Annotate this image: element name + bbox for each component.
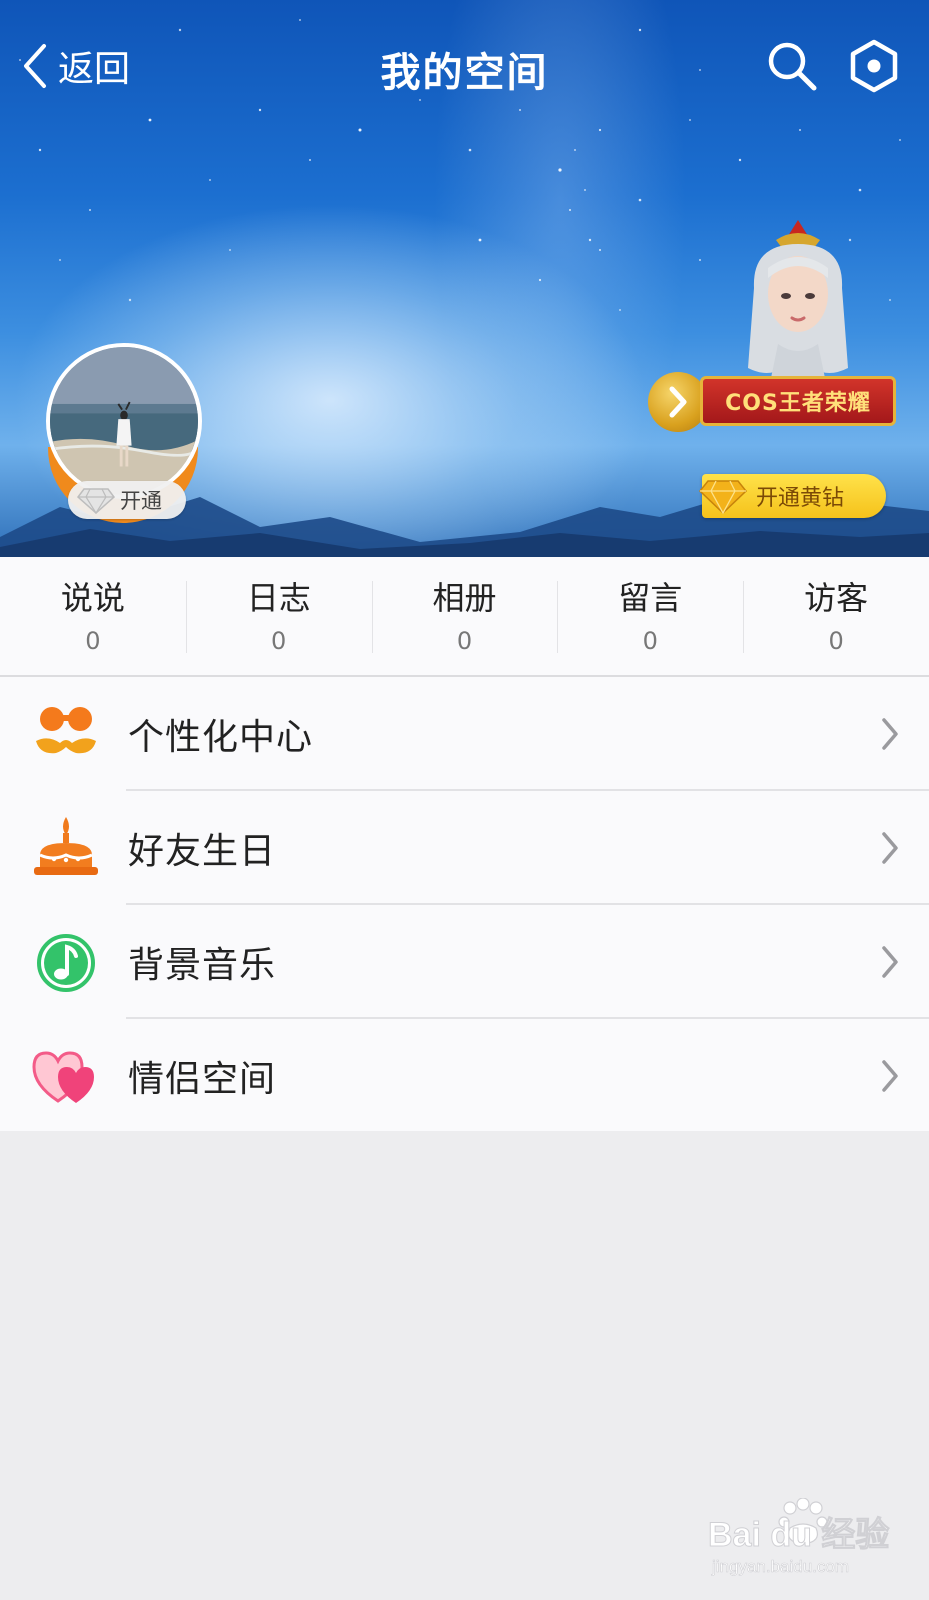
cos-label: COS王者荣耀 (700, 376, 896, 426)
open-badge-label: 开通 (120, 489, 162, 513)
open-vip-badge[interactable]: 开通 (68, 481, 186, 519)
stat-label: 说说 (60, 579, 125, 617)
menu-item-personalization[interactable]: 个性化中心 (0, 677, 929, 791)
stat-label: 相册 (432, 579, 497, 617)
birthday-cake-icon (34, 817, 98, 875)
stat-label: 日志 (246, 579, 311, 617)
avatar-photo-beach (50, 347, 198, 495)
stat-album[interactable]: 相册 0 (371, 557, 558, 675)
stat-shuoshuo[interactable]: 说说 0 (0, 557, 186, 675)
cos-arrow-button (648, 372, 708, 432)
stat-count: 0 (456, 627, 473, 655)
settings-hexagon-icon[interactable] (846, 38, 902, 94)
profile-banner: 返回 我的空间 开通 COS王者荣耀 开通黄钻 (0, 0, 929, 557)
menu-list: 个性化中心 好友生日 背景音乐 情侣空间 (0, 677, 929, 1131)
chevron-left-icon (24, 44, 46, 88)
back-label: 返回 (58, 49, 131, 90)
music-note-icon (37, 934, 95, 992)
avatar[interactable] (46, 343, 202, 499)
menu-item-label: 背景音乐 (128, 945, 277, 986)
stat-visitors[interactable]: 访客 0 (743, 557, 929, 675)
menu-item-background-music[interactable]: 背景音乐 (0, 905, 929, 1019)
baidu-jingyan-watermark: Bai du 经验 jingyan.baidu.com (708, 1498, 890, 1576)
menu-item-couple-space[interactable]: 情侣空间 (0, 1019, 929, 1133)
chevron-right-icon (669, 386, 687, 418)
vip-button-label: 开通黄钻 (756, 486, 845, 511)
menu-item-label: 情侣空间 (128, 1059, 277, 1100)
stat-count: 0 (271, 627, 287, 655)
chevron-right-icon (882, 1060, 898, 1092)
stat-blog[interactable]: 日志 0 (185, 557, 372, 675)
chevron-right-icon (882, 832, 898, 864)
open-yellow-diamond-button[interactable]: 开通黄钻 (698, 474, 886, 518)
menu-item-label: 好友生日 (128, 831, 277, 872)
cos-promo-banner[interactable]: COS王者荣耀 (648, 218, 898, 438)
search-icon[interactable] (764, 38, 820, 94)
game-character-figure (748, 220, 848, 383)
mustache-icon (36, 707, 96, 754)
stat-count: 0 (828, 627, 844, 655)
watermark-brand: Bai du 经验 (708, 1515, 889, 1554)
back-button[interactable]: 返回 (18, 38, 130, 94)
diamond-icon (76, 488, 116, 515)
watermark-url: jingyan.baidu.com (711, 1557, 849, 1576)
stat-count: 0 (642, 627, 658, 655)
stats-bar: 说说 0 日志 0 相册 0 留言 0 访客 0 (0, 557, 929, 677)
stat-label: 留言 (618, 579, 683, 617)
stat-count: 0 (85, 627, 101, 655)
menu-item-friend-birthday[interactable]: 好友生日 (0, 791, 929, 905)
chevron-right-icon (882, 946, 898, 978)
stat-label: 访客 (804, 579, 869, 617)
chevron-right-icon (882, 718, 898, 750)
hearts-icon (32, 1051, 94, 1103)
yellow-diamond-icon (698, 480, 748, 515)
stat-messages[interactable]: 留言 0 (557, 557, 743, 675)
avatar-group: 开通 (46, 343, 206, 533)
menu-item-label: 个性化中心 (128, 717, 314, 758)
